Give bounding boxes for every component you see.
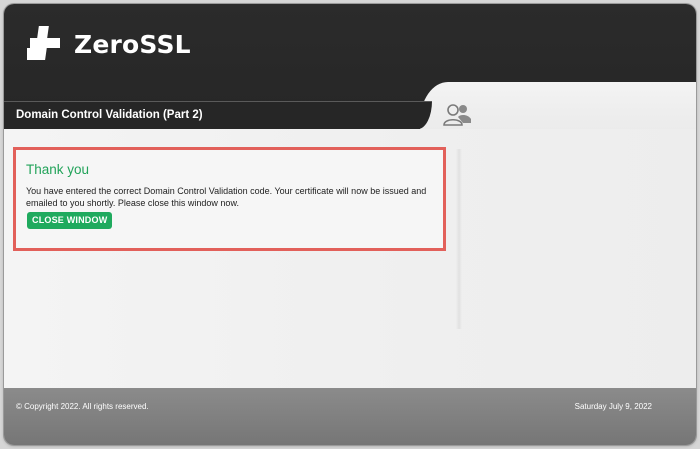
column-divider	[456, 149, 462, 329]
brand-name: ZeroSSL	[74, 29, 191, 59]
close-window-button[interactable]: CLOSE WINDOW	[27, 212, 113, 229]
app-window: ZeroSSL Domain Control Validation (Part …	[4, 4, 696, 445]
users-icon[interactable]	[441, 101, 473, 127]
footer-date: Saturday July 9, 2022	[574, 402, 652, 411]
message-body: You have entered the correct Domain Cont…	[26, 186, 427, 208]
copyright-text: © Copyright 2022. All rights reserved.	[16, 402, 149, 411]
zerossl-puzzle-icon	[27, 26, 60, 60]
page-title-bar: Domain Control Validation (Part 2)	[4, 101, 432, 129]
brand-logo: ZeroSSL	[26, 24, 191, 64]
footer: © Copyright 2022. All rights reserved. S…	[4, 388, 696, 445]
message-title: Thank you	[26, 162, 90, 177]
header: ZeroSSL Domain Control Validation (Part …	[4, 4, 696, 142]
page-title: Domain Control Validation (Part 2)	[16, 109, 203, 121]
success-message-box: Thank you You have entered the correct D…	[13, 147, 446, 251]
